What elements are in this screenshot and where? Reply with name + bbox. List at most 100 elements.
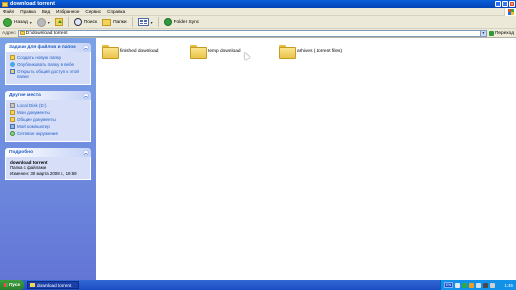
places-panel-title: Другие места bbox=[9, 93, 41, 98]
menu-help[interactable]: Справка bbox=[107, 9, 125, 14]
close-button[interactable]: × bbox=[509, 1, 515, 7]
tray-app-icon[interactable] bbox=[476, 282, 482, 288]
toolbar-separator bbox=[157, 17, 159, 27]
menu-view[interactable]: Вид bbox=[42, 9, 50, 14]
place-shared-documents[interactable]: Общие документы bbox=[10, 117, 86, 122]
menu-file[interactable]: Файл bbox=[3, 9, 14, 14]
collapse-icon[interactable]: ︽ bbox=[83, 92, 89, 99]
address-label: Адрес bbox=[2, 30, 16, 36]
forward-button[interactable]: ▾ bbox=[36, 17, 51, 28]
forward-dropdown-icon[interactable]: ▾ bbox=[48, 20, 50, 25]
folder-up-icon bbox=[54, 18, 63, 26]
go-button[interactable]: Переход bbox=[487, 30, 516, 36]
address-input[interactable]: D:\download torrent ▾ bbox=[17, 29, 487, 37]
taskbar-window-label: download torrent bbox=[37, 282, 72, 288]
folders-button[interactable]: Папки bbox=[101, 17, 128, 28]
folder-icon bbox=[279, 45, 296, 59]
task-pane: Задачи для файлов и папок ︽ Создать нову… bbox=[0, 38, 96, 280]
new-folder-icon bbox=[10, 55, 15, 60]
share-folder-icon bbox=[10, 69, 15, 74]
menu-edit[interactable]: Правка bbox=[20, 9, 36, 14]
place-label: Общие документы bbox=[17, 117, 56, 122]
details-panel-header[interactable]: Подробно ︽ bbox=[5, 148, 91, 157]
up-button[interactable] bbox=[54, 17, 64, 28]
folder-name: finished download bbox=[120, 48, 159, 54]
title-bar: download torrent _ □ × bbox=[0, 0, 516, 8]
task-share-folder[interactable]: Открыть общий доступ к этой папке bbox=[10, 69, 86, 79]
mouse-cursor-icon bbox=[241, 51, 251, 60]
place-label: Мои документы bbox=[17, 110, 50, 115]
shared-documents-icon bbox=[10, 117, 15, 122]
folders-icon bbox=[102, 18, 112, 26]
search-label: Поиск bbox=[83, 19, 98, 25]
place-my-documents[interactable]: Мои документы bbox=[10, 110, 86, 115]
details-panel-title: Подробно bbox=[9, 150, 34, 155]
folder-sync-button[interactable]: Folder Sync bbox=[163, 17, 201, 28]
minimize-button[interactable]: _ bbox=[495, 1, 501, 7]
window-controls: _ □ × bbox=[495, 0, 515, 8]
file-list[interactable]: finished download temp download arhives … bbox=[96, 38, 516, 280]
forward-arrow-icon bbox=[36, 17, 46, 27]
folder-name: arhives (.torrent files) bbox=[297, 48, 343, 54]
places-panel-header[interactable]: Другие места ︽ bbox=[5, 91, 91, 100]
language-indicator[interactable]: EN bbox=[444, 282, 454, 288]
windows-logo-icon bbox=[504, 8, 516, 16]
address-dropdown-icon[interactable]: ▾ bbox=[479, 30, 486, 36]
details-panel-body: download torrent Папка с файлами Изменен… bbox=[5, 157, 91, 180]
web-publish-icon bbox=[10, 62, 15, 67]
menu-favorites[interactable]: Избранное bbox=[56, 9, 79, 14]
folder-item-temp-download[interactable]: temp download bbox=[190, 45, 241, 59]
toolbar: Назад ▾ ▾ Поиск Папки ▾ Folder Sync bbox=[0, 16, 516, 29]
folder-item-arhives[interactable]: arhives (.torrent files) bbox=[279, 45, 343, 59]
tasks-panel: Задачи для файлов и папок ︽ Создать нову… bbox=[5, 43, 91, 85]
collapse-icon[interactable]: ︽ bbox=[83, 149, 89, 156]
maximize-button[interactable]: □ bbox=[502, 1, 508, 7]
places-panel-body: Local Disk (D:) Мои документы Общие доку… bbox=[5, 100, 91, 142]
tray-app-icon[interactable] bbox=[455, 282, 461, 288]
search-icon bbox=[73, 18, 82, 26]
folder-name: temp download bbox=[208, 48, 241, 54]
menu-bar: Файл Правка Вид Избранное Сервис Справка bbox=[0, 8, 516, 16]
place-my-computer[interactable]: Мой компьютер bbox=[10, 124, 86, 129]
folder-icon bbox=[30, 283, 35, 287]
my-documents-icon bbox=[10, 110, 15, 115]
views-button[interactable]: ▾ bbox=[137, 17, 154, 28]
menu-tools[interactable]: Сервис bbox=[85, 9, 101, 14]
toolbar-separator bbox=[131, 17, 133, 27]
tray-app-icon[interactable] bbox=[483, 282, 489, 288]
collapse-icon[interactable]: ︽ bbox=[83, 44, 89, 51]
place-local-disk[interactable]: Local Disk (D:) bbox=[10, 103, 86, 108]
network-icon bbox=[10, 131, 15, 136]
back-dropdown-icon[interactable]: ▾ bbox=[30, 20, 32, 25]
go-label: Переход bbox=[494, 30, 514, 36]
folder-sync-icon bbox=[163, 18, 172, 26]
back-arrow-icon bbox=[3, 17, 12, 27]
task-publish-web[interactable]: Опубликовать папку в вебе bbox=[10, 62, 86, 67]
start-button[interactable]: Пуск bbox=[0, 280, 24, 290]
views-dropdown-icon[interactable]: ▾ bbox=[151, 20, 153, 25]
tray-app-icon[interactable] bbox=[462, 282, 468, 288]
folders-label: Папки bbox=[113, 19, 127, 25]
folder-item-finished-download[interactable]: finished download bbox=[102, 45, 159, 59]
taskbar-window-button[interactable]: download torrent bbox=[27, 281, 79, 289]
address-value: D:\download torrent bbox=[25, 30, 68, 36]
back-button[interactable]: Назад ▾ bbox=[2, 17, 33, 28]
folder-icon bbox=[102, 45, 119, 59]
clock[interactable]: 1:45 bbox=[504, 283, 516, 288]
place-label: Сетевое окружение bbox=[17, 131, 58, 136]
go-arrow-icon bbox=[488, 30, 494, 36]
details-panel: Подробно ︽ download torrent Папка с файл… bbox=[5, 148, 91, 180]
place-label: Мой компьютер bbox=[17, 124, 50, 129]
task-label: Открыть общий доступ к этой папке bbox=[17, 69, 79, 79]
tray-app-icon[interactable] bbox=[469, 282, 475, 288]
search-button[interactable]: Поиск bbox=[73, 17, 98, 28]
disk-icon bbox=[10, 103, 15, 108]
place-network[interactable]: Сетевое окружение bbox=[10, 131, 86, 136]
tasks-panel-body: Создать новую папку Опубликовать папку в… bbox=[5, 52, 91, 85]
folder-icon bbox=[2, 1, 8, 7]
tasks-panel-header[interactable]: Задачи для файлов и папок ︽ bbox=[5, 43, 91, 52]
task-new-folder[interactable]: Создать новую папку bbox=[10, 55, 86, 60]
place-label: Local Disk (D:) bbox=[17, 103, 47, 108]
places-panel: Другие места ︽ Local Disk (D:) Мои докум… bbox=[5, 91, 91, 142]
volume-icon[interactable] bbox=[490, 282, 496, 288]
